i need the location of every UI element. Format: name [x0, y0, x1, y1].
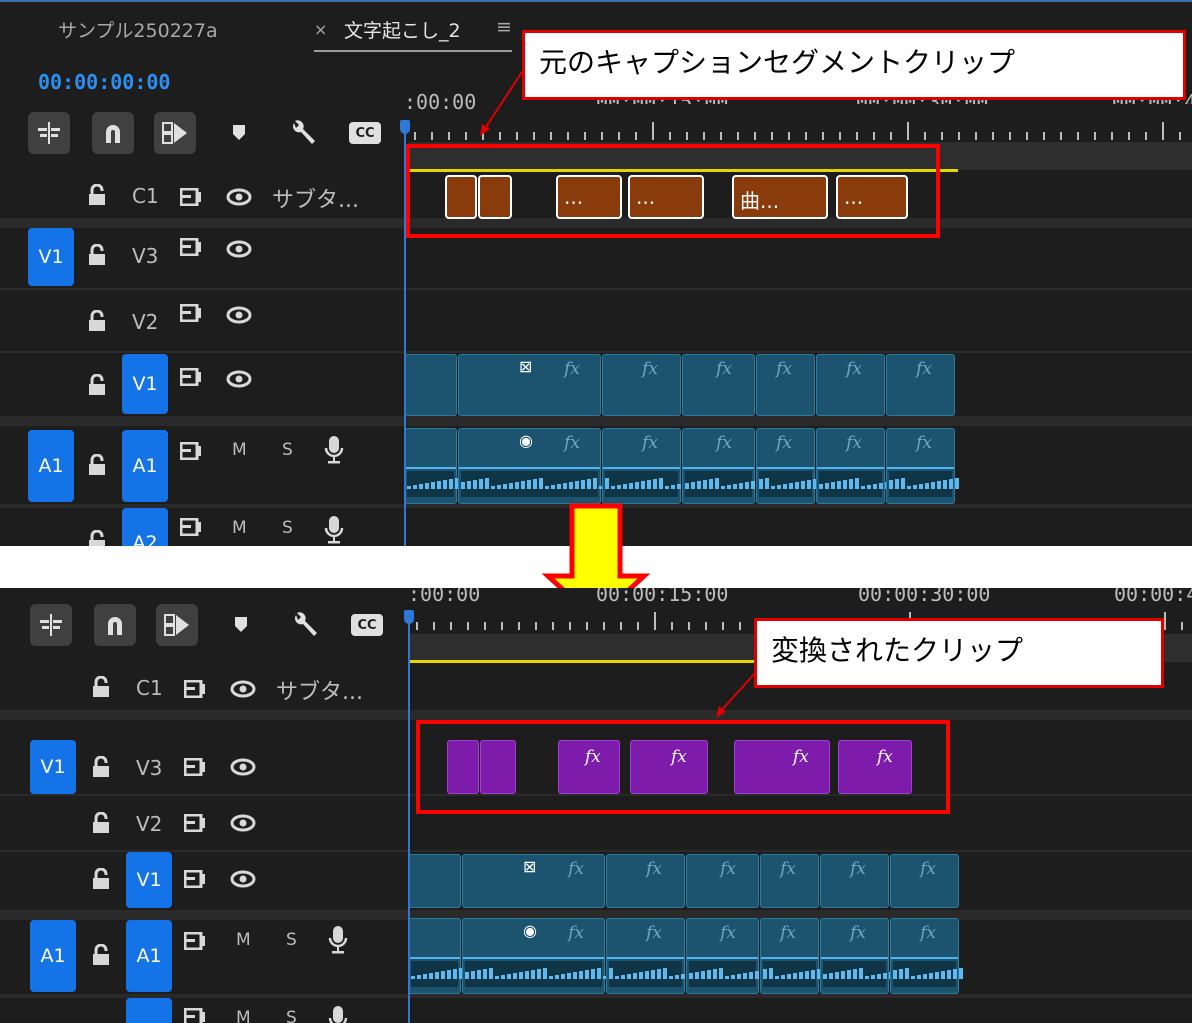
callout-pointer-bottom: [716, 671, 757, 718]
